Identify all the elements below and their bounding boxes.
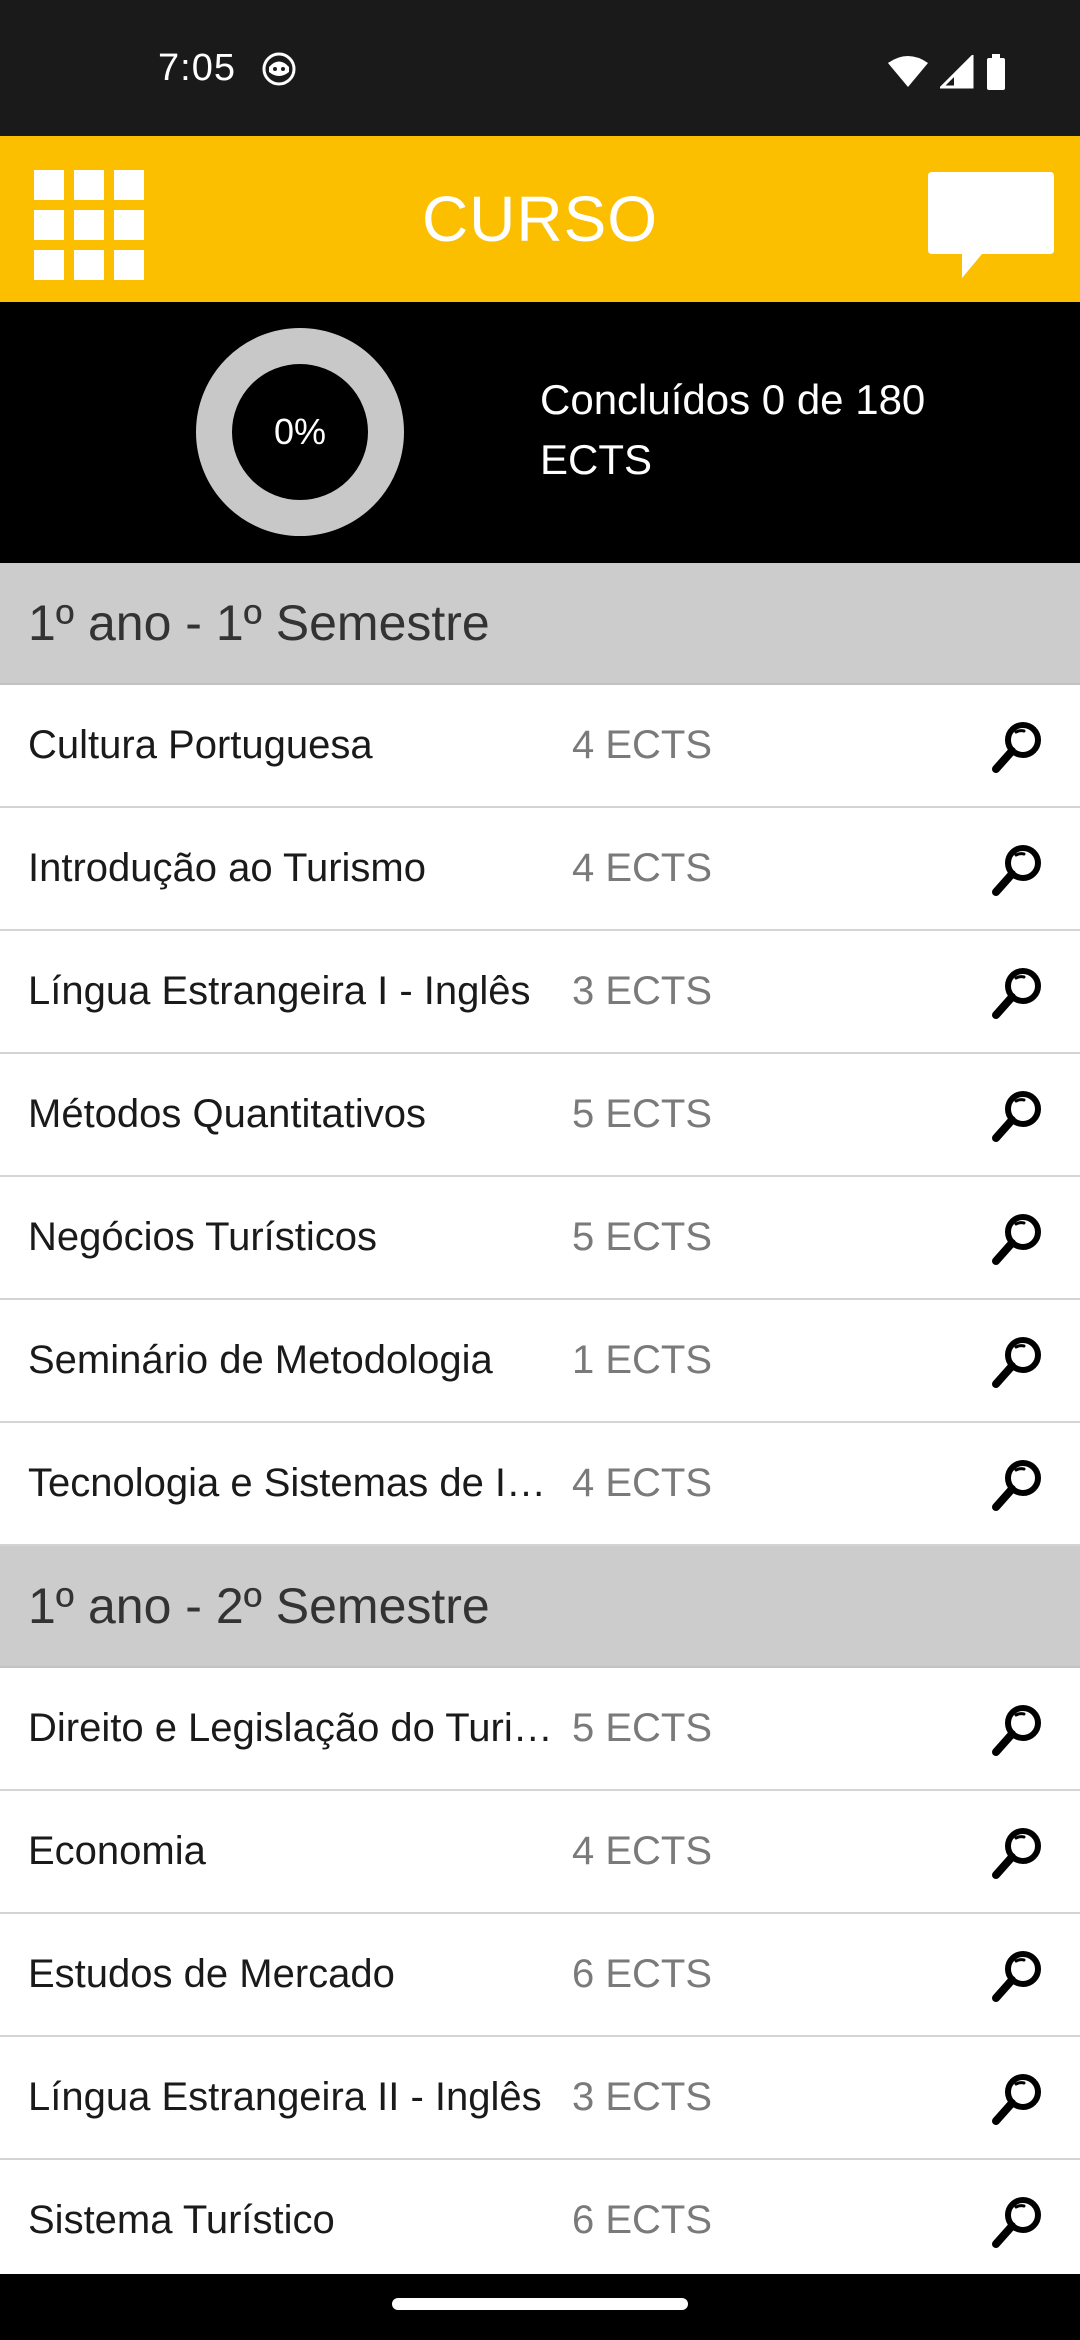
course-ects: 3 ECTS <box>572 969 713 1013</box>
course-row[interactable]: Economia 4 ECTS <box>0 1791 1080 1914</box>
course-name: Língua Estrangeira I - Inglês <box>28 969 531 1013</box>
course-ects: 5 ECTS <box>572 1215 713 1259</box>
course-name: Seminário de Metodologia <box>28 1338 493 1382</box>
search-icon[interactable] <box>990 2071 1046 2127</box>
course-name: Estudos de Mercado <box>28 1952 395 1996</box>
progress-panel: 0% Concluídos 0 de 180 ECTS <box>0 302 1080 563</box>
course-row[interactable]: Tecnologia e Sistemas de Inf... 4 ECTS <box>0 1423 1080 1546</box>
app-notification-icon <box>262 52 296 86</box>
progress-percent: 0% <box>273 411 327 452</box>
course-name: Introdução ao Turismo <box>28 846 426 890</box>
grid-menu-icon[interactable] <box>34 170 144 280</box>
course-row[interactable]: Introdução ao Turismo 4 ECTS <box>0 808 1080 931</box>
search-icon[interactable] <box>990 1211 1046 1267</box>
search-icon[interactable] <box>990 1948 1046 2004</box>
course-ects: 4 ECTS <box>572 723 713 767</box>
course-row[interactable]: Seminário de Metodologia 1 ECTS <box>0 1300 1080 1423</box>
search-icon[interactable] <box>990 719 1046 775</box>
search-icon[interactable] <box>990 1457 1046 1513</box>
course-ects: 1 ECTS <box>572 1338 713 1382</box>
course-ects: 5 ECTS <box>572 1706 713 1750</box>
course-name: Negócios Turísticos <box>28 1215 378 1259</box>
course-name: Economia <box>28 1829 206 1873</box>
cellular-signal-icon <box>940 55 974 89</box>
status-time: 7:05 <box>158 47 236 89</box>
course-ects: 4 ECTS <box>572 1461 713 1505</box>
search-icon[interactable] <box>990 2194 1046 2250</box>
progress-summary: Concluídos 0 de 180 ECTS <box>540 376 926 483</box>
status-icons <box>888 52 1006 92</box>
app-bar: CURSO <box>0 136 1080 302</box>
section-header: 1º ano - 1º Semestre <box>0 563 1080 685</box>
search-icon[interactable] <box>990 1088 1046 1144</box>
course-row[interactable]: Negócios Turísticos 5 ECTS <box>0 1177 1080 1300</box>
course-name: Direito e Legislação do Turis... <box>28 1706 558 1750</box>
search-icon[interactable] <box>990 1702 1046 1758</box>
course-name: Língua Estrangeira II - Inglês <box>28 2075 542 2119</box>
course-ects: 6 ECTS <box>572 2198 713 2242</box>
course-row[interactable]: Sistema Turístico 6 ECTS <box>0 2160 1080 2283</box>
course-ects: 6 ECTS <box>572 1952 713 1996</box>
course-name: Métodos Quantitativos <box>28 1092 426 1136</box>
search-icon[interactable] <box>990 1334 1046 1390</box>
course-row[interactable]: Língua Estrangeira I - Inglês 3 ECTS <box>0 931 1080 1054</box>
course-row[interactable]: Língua Estrangeira II - Inglês 3 ECTS <box>0 2037 1080 2160</box>
course-ects: 5 ECTS <box>572 1092 713 1136</box>
page-title: CURSO <box>421 183 659 255</box>
section-header: 1º ano - 2º Semestre <box>0 1546 1080 1668</box>
course-ects: 4 ECTS <box>572 846 713 890</box>
search-icon[interactable] <box>990 842 1046 898</box>
home-gesture-handle[interactable] <box>392 2298 688 2310</box>
search-icon[interactable] <box>990 1825 1046 1881</box>
battery-icon <box>987 54 1005 90</box>
status-bar: 7:05 <box>0 0 1080 136</box>
course-row[interactable]: Estudos de Mercado 6 ECTS <box>0 1914 1080 2037</box>
course-name: Cultura Portuguesa <box>28 723 373 767</box>
chat-bubble-icon[interactable] <box>924 170 1058 282</box>
course-name: Tecnologia e Sistemas de Inf... <box>28 1461 558 1505</box>
course-row[interactable]: Direito e Legislação do Turis... 5 ECTS <box>0 1668 1080 1791</box>
course-list[interactable]: 1º ano - 1º Semestre Cultura Portuguesa 4 … <box>0 563 1080 2283</box>
wifi-icon <box>888 56 928 87</box>
search-icon[interactable] <box>990 965 1046 1021</box>
course-ects: 4 ECTS <box>572 1829 713 1873</box>
course-ects: 3 ECTS <box>572 2075 713 2119</box>
course-row[interactable]: Métodos Quantitativos 5 ECTS <box>0 1054 1080 1177</box>
navigation-bar <box>0 2274 1080 2340</box>
course-row[interactable]: Cultura Portuguesa 4 ECTS <box>0 685 1080 808</box>
course-name: Sistema Turístico <box>28 2198 335 2242</box>
